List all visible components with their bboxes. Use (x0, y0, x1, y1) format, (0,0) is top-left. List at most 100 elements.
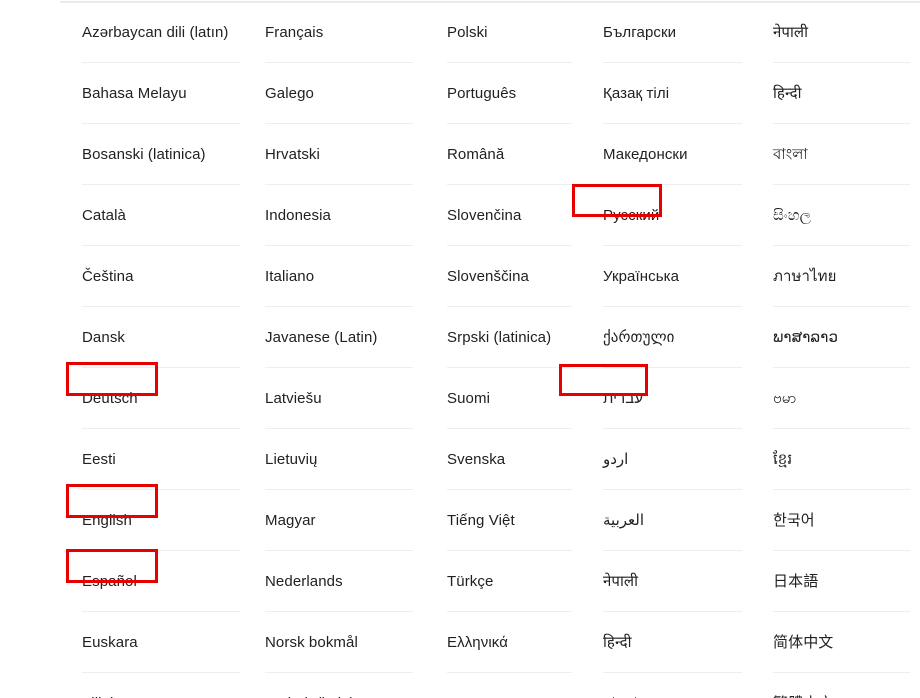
language-option[interactable]: Euskara (67, 612, 250, 673)
language-option[interactable]: Indonesia (255, 185, 425, 246)
language-option[interactable]: বাংলা (593, 673, 750, 698)
language-option[interactable]: 日本語 (763, 551, 920, 612)
language-option-label: Tiếng Việt (447, 511, 515, 529)
language-option-label: Suomi (447, 389, 491, 407)
language-option-label: ဗမာ (773, 389, 797, 407)
language-option-label: 日本語 (773, 572, 819, 590)
language-option[interactable]: বাংলা (763, 124, 920, 185)
language-option-label: 繁體中文 (763, 694, 833, 698)
language-option-label: Беларуская (437, 694, 529, 698)
language-option[interactable]: नेपाली (763, 2, 920, 63)
language-option[interactable]: Ελληνικά (437, 612, 580, 673)
language-grid: Azərbaycan dili (latın) Bahasa Melayu Bosa… (0, 0, 920, 698)
language-option-label: Bahasa Melayu (82, 84, 187, 102)
language-option-label: नेपाली (773, 23, 809, 41)
language-option[interactable]: ภาษาไทย (763, 246, 920, 307)
language-option-label: Dansk (82, 328, 126, 346)
language-option[interactable]: नेपाली (593, 551, 750, 612)
language-option[interactable]: Hrvatski (255, 124, 425, 185)
language-option-label: Nederlands (265, 572, 343, 590)
language-option-label: اردو (603, 450, 629, 468)
language-picker-screen: Azərbaycan dili (latın) Bahasa Melayu Bosa… (0, 0, 920, 698)
language-option[interactable]: Nederlands (255, 551, 425, 612)
language-option[interactable]: हिन्दी (593, 612, 750, 673)
language-option-label: Lietuvių (265, 450, 318, 468)
language-option[interactable]: Türkçe (437, 551, 580, 612)
language-option-label: 简体中文 (773, 633, 834, 651)
language-option-label: Polski (447, 23, 488, 41)
language-option[interactable]: Lietuvių (255, 429, 425, 490)
language-option-label: Қазақ тілі (603, 84, 670, 102)
language-option[interactable]: ພາສາລາວ (763, 307, 920, 368)
language-option[interactable]: Slovenčina (437, 185, 580, 246)
language-option[interactable]: Eesti (67, 429, 250, 490)
language-option[interactable]: Italiano (255, 246, 425, 307)
language-option[interactable]: 简体中文 (763, 612, 920, 673)
language-option-label: Türkçe (447, 572, 494, 590)
language-option[interactable]: ဗမာ (763, 368, 920, 429)
language-option-label: Filipino (67, 694, 130, 698)
language-option[interactable]: ქართული (593, 307, 750, 368)
language-option[interactable]: Slovenščina (437, 246, 580, 307)
language-option[interactable]: Deutsch (67, 368, 250, 429)
language-option-label: Español (82, 572, 137, 590)
language-option[interactable]: Română (437, 124, 580, 185)
language-option[interactable]: Македонски (593, 124, 750, 185)
language-option-label: Galego (265, 84, 314, 102)
language-option-label: Bosanski (latinica) (82, 145, 206, 163)
language-option-label: Norsk bokmål (265, 633, 358, 651)
language-option[interactable]: Български (593, 2, 750, 63)
language-option-label: Srpski (latinica) (447, 328, 552, 346)
language-option[interactable]: Español (67, 551, 250, 612)
language-option-label: हिन्दी (773, 84, 802, 102)
language-option[interactable]: 한국어 (763, 490, 920, 551)
language-option-label: Македонски (603, 145, 688, 163)
language-option[interactable]: Magyar (255, 490, 425, 551)
language-option-label: Latviešu (265, 389, 322, 407)
language-option[interactable]: Українська (593, 246, 750, 307)
language-option[interactable]: Français (255, 2, 425, 63)
language-option[interactable]: සිංහල (763, 185, 920, 246)
language-option[interactable]: Galego (255, 63, 425, 124)
language-option[interactable]: हिन्दी (763, 63, 920, 124)
language-option[interactable]: English (67, 490, 250, 551)
language-option-label: Українська (603, 267, 680, 285)
language-option[interactable]: Беларуская (437, 673, 580, 698)
language-option[interactable]: Javanese (Latin) (255, 307, 425, 368)
language-option[interactable]: اردو (593, 429, 750, 490)
language-option-label: ខ្មែរ (773, 450, 793, 468)
language-option[interactable]: Azərbaycan dili (latın) (67, 2, 250, 63)
language-option[interactable]: Srpski (latinica) (437, 307, 580, 368)
language-option-label: বাংলা (773, 145, 808, 163)
language-option[interactable]: Қазақ тілі (593, 63, 750, 124)
language-option[interactable]: Filipino (67, 673, 250, 698)
language-column-1: Français Galego Hrvatski Indonesia Italiano J… (250, 0, 425, 698)
language-option[interactable]: O‘zbek (lotin) (255, 673, 425, 698)
language-option-label: Eesti (82, 450, 116, 468)
language-option[interactable]: Català (67, 185, 250, 246)
language-option[interactable]: Dansk (67, 307, 250, 368)
language-option[interactable]: עברית (593, 368, 750, 429)
language-option-label: ภาษาไทย (773, 267, 837, 285)
language-option[interactable]: Bahasa Melayu (67, 63, 250, 124)
language-option[interactable]: Norsk bokmål (255, 612, 425, 673)
language-option-label: Română (447, 145, 505, 163)
language-option[interactable]: Svenska (437, 429, 580, 490)
language-option[interactable]: 繁體中文 (763, 673, 920, 698)
language-option-label: Javanese (Latin) (265, 328, 378, 346)
language-option-label: Ελληνικά (447, 633, 508, 651)
language-option[interactable]: Bosanski (latinica) (67, 124, 250, 185)
language-option-label: Čeština (82, 267, 134, 285)
language-option[interactable]: Português (437, 63, 580, 124)
language-option[interactable]: Suomi (437, 368, 580, 429)
language-option[interactable]: ខ្មែរ (763, 429, 920, 490)
language-option[interactable]: Русский (593, 185, 750, 246)
language-option[interactable]: Čeština (67, 246, 250, 307)
language-option[interactable]: العربية (593, 490, 750, 551)
language-column-4: नेपाली हिन्दी বাংলা සිංහල ภาษาไทย ພາສາລາວ ဗမာ ខ… (750, 0, 920, 698)
language-option-label: Русский (603, 206, 660, 224)
language-option[interactable]: Tiếng Việt (437, 490, 580, 551)
language-option-label: العربية (603, 511, 644, 529)
language-option[interactable]: Latviešu (255, 368, 425, 429)
language-option[interactable]: Polski (437, 2, 580, 63)
